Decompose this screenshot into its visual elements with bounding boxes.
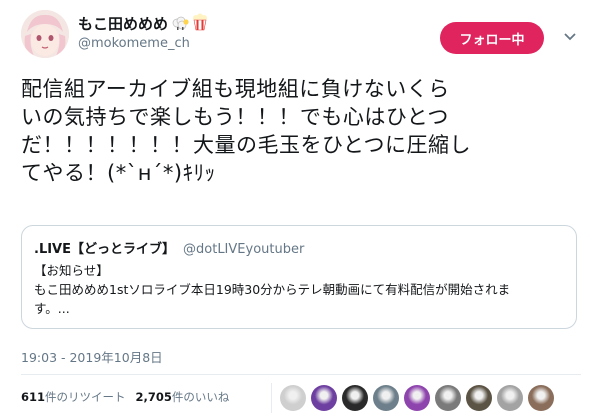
tweet-stats: 611件のリツイート 2,705件のいいね [21,389,229,405]
following-button[interactable]: フォロー中 [440,22,544,54]
likes-label: 件のいいね [171,390,230,404]
avatar[interactable] [21,10,69,58]
tweet-timestamp[interactable]: 19:03 - 2019年10月8日 [21,347,163,366]
quoted-tweet-header: .LIVE【どっとライブ】 @dotLIVEyoutuber [34,238,304,257]
quoted-tweet-body: 【お知らせ】 もこ田めめめ1stソロライブ本日19時30分からテレ朝動画にて有料… [34,263,511,316]
liker-avatar[interactable] [280,385,306,411]
author-name[interactable]: もこ田めめめ [78,13,208,35]
avatar-image [21,10,69,58]
liker-avatar[interactable] [342,385,368,411]
quoted-author-handle: @dotLIVEyoutuber [183,242,305,257]
author-handle[interactable]: @mokomeme_ch [78,36,190,51]
popcorn-emoji-icon [192,13,208,35]
liker-avatar[interactable] [435,385,461,411]
liker-avatar[interactable] [404,385,430,411]
liker-avatars [271,383,554,413]
chevron-down-icon[interactable] [562,28,578,44]
liker-avatar[interactable] [466,385,492,411]
retweets-stat[interactable]: 611件のリツイート [21,390,126,404]
liker-avatar[interactable] [497,385,523,411]
tweet-text: 配信組アーカイブ組も現地組に負けないくら いの気持ちで楽しもう！！！でも心はひと… [21,77,472,185]
quoted-tweet[interactable]: .LIVE【どっとライブ】 @dotLIVEyoutuber 【お知らせ】 もこ田… [21,225,577,329]
liker-avatar[interactable] [373,385,399,411]
liker-avatar[interactable] [311,385,337,411]
retweets-count: 611 [21,390,46,404]
divider [21,374,581,375]
liker-avatar[interactable] [528,385,554,411]
likes-stat[interactable]: 2,705件のいいね [136,390,230,404]
quoted-author-name: .LIVE【どっとライブ】 [34,242,176,257]
retweets-label: 件のリツイート [45,390,126,404]
author-name-text: もこ田めめめ [78,15,169,33]
likes-count: 2,705 [135,390,172,404]
sheep-emoji-icon [171,15,189,35]
